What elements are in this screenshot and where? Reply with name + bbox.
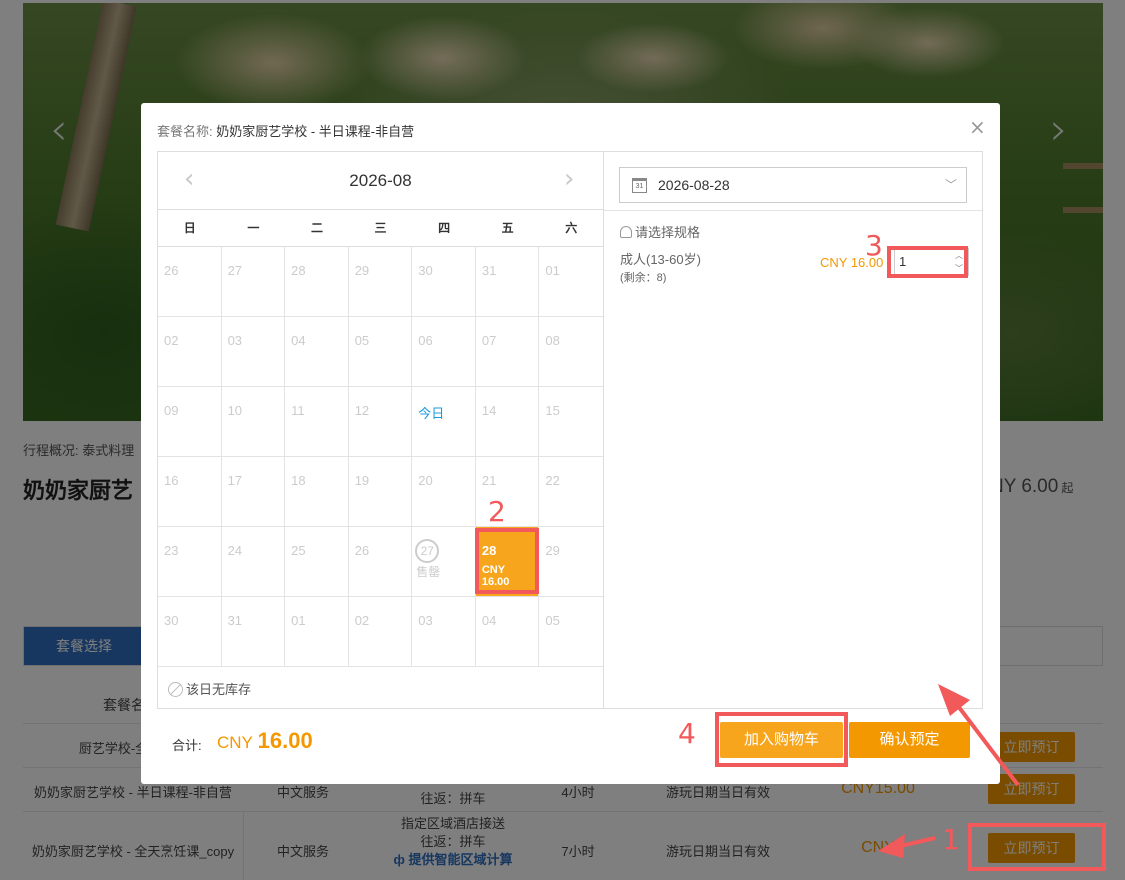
calendar-day[interactable]: 20 (412, 457, 476, 527)
calendar-day[interactable]: 21 (475, 457, 540, 527)
calendar-day[interactable]: 05 (348, 317, 413, 387)
spec-remaining: (剩余：8) (620, 272, 667, 284)
calendar-day[interactable]: 27 (221, 247, 286, 317)
total-amount: 16.00 (257, 728, 313, 753)
calendar-day[interactable]: 07 (475, 317, 540, 387)
selected-date-value: 2026-08-28 (658, 177, 730, 193)
spec-panel: 31 2026-08-28 ﹀ 请选择规格 成人(13-60岁) (剩余：8) … (604, 152, 982, 708)
calendar-day[interactable]: 02 (158, 317, 222, 387)
next-month-icon[interactable]: › (564, 166, 574, 192)
total-label: 合计: (172, 738, 202, 753)
calendar-day[interactable]: 01 (539, 247, 603, 317)
spec-divider (604, 210, 982, 211)
calendar-day[interactable]: 09 (158, 387, 222, 457)
calendar-month: 2026-08 (349, 171, 412, 190)
calendar-day[interactable]: 15 (539, 387, 603, 457)
sold-out-icon: 27 (415, 539, 440, 563)
date-picker-panel: ‹ 2026-08 › 日 一 二 三 四 五 六 26 27 28 29 30 31 01… (157, 151, 983, 709)
calendar-day-sold-out: 27 售罄 (412, 527, 476, 597)
close-icon[interactable]: × (969, 117, 986, 137)
calendar-day[interactable]: 06 (412, 317, 476, 387)
weekday-label: 四 (438, 221, 451, 235)
booking-modal: 套餐名称: 奶奶家厨艺学校 - 半日课程-非自营 × ‹ 2026-08 › 日… (141, 103, 1000, 784)
calendar-day[interactable]: 30 (412, 247, 476, 317)
calendar-day[interactable]: 03 (412, 597, 476, 667)
calendar: ‹ 2026-08 › 日 一 二 三 四 五 六 26 27 28 29 30 31 01… (158, 152, 604, 708)
calendar-day[interactable]: 03 (221, 317, 286, 387)
calendar-day[interactable]: 04 (475, 597, 540, 667)
calendar-icon: 31 (632, 178, 647, 193)
weekday-label: 一 (247, 221, 260, 235)
calendar-day[interactable]: 11 (285, 387, 349, 457)
calendar-day[interactable]: 16 (158, 457, 222, 527)
no-stock-label: 该日无库存 (186, 682, 252, 697)
calendar-day[interactable]: 26 (348, 527, 413, 597)
total-currency: CNY (217, 733, 253, 752)
calendar-day[interactable]: 17 (221, 457, 286, 527)
annotation-step-4: 4 (678, 717, 696, 750)
modal-title: 套餐名称: 奶奶家厨艺学校 - 半日课程-非自营 (157, 121, 414, 140)
no-stock-icon (168, 682, 183, 697)
weekday-label: 二 (310, 221, 323, 235)
calendar-day-today[interactable]: 今日 (412, 387, 476, 457)
calendar-day[interactable]: 31 (221, 597, 286, 667)
no-stock-legend: 该日无库存 (168, 679, 251, 698)
calendar-day[interactable]: 04 (285, 317, 349, 387)
calendar-day[interactable]: 29 (348, 247, 413, 317)
weekday-label: 日 (183, 221, 196, 235)
weekday-label: 三 (374, 221, 387, 235)
calendar-day[interactable]: 30 (158, 597, 222, 667)
calendar-day[interactable]: 24 (221, 527, 286, 597)
chevron-down-icon: ﹀ (945, 178, 958, 192)
calendar-day[interactable]: 12 (348, 387, 413, 457)
annotation-step-2: 2 (488, 495, 506, 528)
package-label: 套餐名称: (157, 124, 213, 139)
sold-out-label: 售罄 (416, 565, 441, 579)
weekday-label: 六 (565, 221, 578, 235)
calendar-header: ‹ 2026-08 › (158, 152, 603, 210)
weekday-label: 五 (501, 221, 514, 235)
spec-heading-label: 请选择规格 (635, 225, 701, 240)
date-select[interactable]: 31 2026-08-28 ﹀ (619, 167, 967, 203)
calendar-day[interactable]: 01 (285, 597, 349, 667)
calendar-day[interactable]: 19 (348, 457, 413, 527)
annotation-box-1 (968, 823, 1106, 871)
package-name-value: 奶奶家厨艺学校 - 半日课程-非自营 (216, 124, 415, 139)
calendar-day[interactable]: 10 (221, 387, 286, 457)
weekday-row: 日 一 二 三 四 五 六 (158, 210, 603, 247)
calendar-day[interactable]: 14 (475, 387, 540, 457)
calendar-day[interactable]: 26 (158, 247, 222, 317)
annotation-box-2 (475, 528, 539, 594)
calendar-day[interactable]: 23 (158, 527, 222, 597)
calendar-day[interactable]: 29 (539, 527, 603, 597)
calendar-day[interactable]: 08 (539, 317, 603, 387)
calendar-day[interactable]: 31 (475, 247, 540, 317)
calendar-day[interactable]: 05 (539, 597, 603, 667)
calendar-day[interactable]: 22 (539, 457, 603, 527)
annotation-box-4 (715, 712, 848, 767)
spec-heading: 请选择规格 (620, 222, 700, 241)
confirm-booking-button[interactable]: 确认预定 (849, 722, 970, 758)
annotation-step-3: 3 (865, 229, 883, 262)
spec-name: 成人(13-60岁) (620, 252, 701, 267)
user-icon (620, 226, 632, 238)
calendar-day[interactable]: 25 (285, 527, 349, 597)
calendar-grid: 26 27 28 29 30 31 01 02 03 04 05 06 07 08 09 10 11 12 今日 14… (158, 247, 603, 667)
calendar-day[interactable]: 18 (285, 457, 349, 527)
annotation-step-1: 1 (942, 823, 960, 856)
annotation-box-3 (887, 246, 968, 278)
calendar-day[interactable]: 28 (285, 247, 349, 317)
total-price: CNY 16.00 (217, 728, 313, 754)
calendar-day[interactable]: 02 (348, 597, 413, 667)
